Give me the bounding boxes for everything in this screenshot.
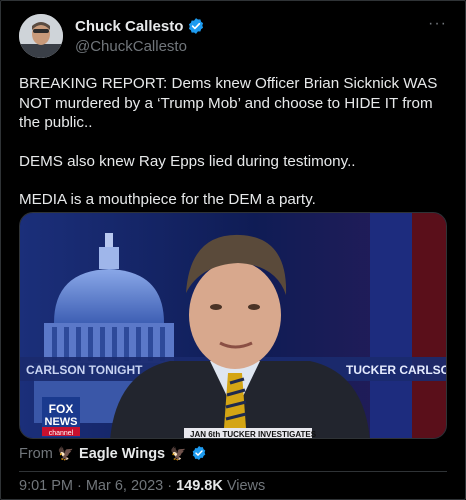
lower-third-left: CARLSON TONIGHT [26,363,143,377]
views-label: Views [226,478,266,494]
post-time[interactable]: 9:01 PM [19,478,73,494]
author-name-row[interactable]: Chuck Callesto [75,17,205,35]
eagle-icon: 🦅 [57,446,75,461]
meta-separator: · [167,478,173,494]
tweet-paragraph: BREAKING REPORT: Dems knew Officer Brian… [19,75,438,131]
lower-third-right: TUCKER CARLSO [346,363,447,377]
divider [19,471,447,472]
meta-separator: · [77,478,82,494]
verified-badge-icon [187,17,205,35]
author-display-name[interactable]: Chuck Callesto [75,18,183,35]
more-options-icon[interactable]: ··· [428,15,447,33]
ticker-text: JAN 6th TUCKER INVESTIGATES [190,430,317,439]
network-logo: FOX NEWS channel [42,397,80,437]
svg-text:NEWS: NEWS [45,416,78,428]
eagle-icon: 🦅 [170,446,187,461]
svg-text:FOX: FOX [49,402,74,416]
author-handle[interactable]: @ChuckCallesto [75,38,187,55]
tweet-text: BREAKING REPORT: Dems knew Officer Brian… [19,74,451,210]
tweet-paragraph: MEDIA is a mouthpiece for the DEM a part… [19,191,316,208]
tweet-paragraph: DEMS also knew Ray Epps lied during test… [19,152,356,170]
views-count[interactable]: 149.8K [176,478,223,494]
attribution-row: From 🦅 Eagle Wings 🦅 [19,445,209,463]
post-date[interactable]: Mar 6, 2023 [86,478,163,494]
source-account-link[interactable]: Eagle Wings [79,446,165,462]
from-label: From [19,446,53,462]
verified-badge-icon [191,445,209,463]
timestamp-row: 9:01 PM · Mar 6, 2023 · 149.8K Views [19,478,265,494]
avatar[interactable] [19,14,63,58]
tweet-video[interactable]: CARLSON TONIGHT TUCKER CARLSO FOX NEWS c… [19,212,447,439]
tweet-card: Chuck Callesto @ChuckCallesto ··· BREAKI… [0,0,466,500]
svg-text:channel: channel [49,430,74,437]
